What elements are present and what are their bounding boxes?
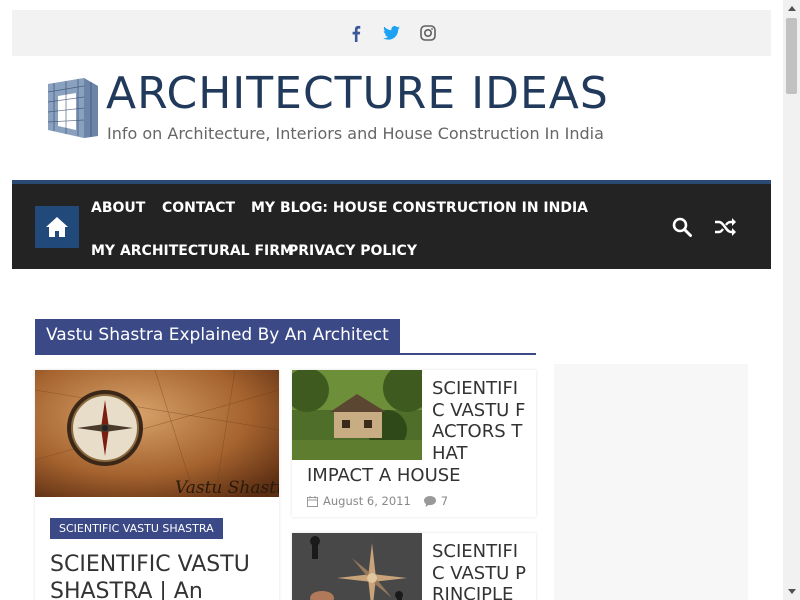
site-title[interactable]: ARCHITECTURE IDEAS [106, 66, 609, 122]
shuffle-icon[interactable] [714, 216, 736, 238]
small-post-title-continued[interactable]: IMPACT A HOUSE [307, 465, 461, 486]
scrollbar[interactable] [783, 0, 800, 600]
small-post-title[interactable]: SCIENTIFIC VASTU PRINCIPLE [432, 541, 528, 600]
site-logo[interactable] [44, 76, 100, 140]
social-bar [12, 10, 771, 56]
small-post-image[interactable] [292, 370, 422, 460]
search-icon[interactable] [671, 216, 693, 238]
home-icon [46, 217, 68, 237]
nav-item-about[interactable]: ABOUT [91, 200, 145, 216]
scroll-down-arrow-icon[interactable] [783, 583, 800, 600]
nav-item-my-blog[interactable]: MY BLOG: HOUSE CONSTRUCTION IN INDIA [251, 200, 588, 216]
featured-post[interactable]: Vastu Shastra SCIENTIFIC VASTU SHASTRA S… [35, 370, 279, 600]
scrollbar-thumb[interactable] [786, 18, 797, 94]
featured-post-title[interactable]: SCIENTIFIC VASTU SHASTRA | An [50, 551, 270, 600]
nav-item-privacy-policy[interactable]: PRIVACY POLICY [288, 243, 417, 259]
nav-item-architectural-firm[interactable]: MY ARCHITECTURAL FIRM [91, 243, 294, 259]
small-post-image[interactable] [292, 533, 422, 600]
post-date[interactable]: August 6, 2011 [323, 494, 411, 508]
featured-image-caption: Vastu Shastra [175, 478, 279, 497]
calendar-icon [307, 495, 318, 507]
small-post[interactable]: SCIENTIFIC VASTU FACTORS THAT IMPACT A H… [292, 370, 536, 517]
instagram-icon[interactable] [419, 24, 437, 42]
post-meta: August 6, 2011 7 [307, 494, 448, 508]
twitter-icon[interactable] [383, 24, 401, 42]
featured-post-image[interactable]: Vastu Shastra [35, 370, 279, 497]
section-heading: Vastu Shastra Explained By An Architect [35, 319, 536, 355]
sidebar-ad-placeholder [554, 364, 748, 600]
home-button[interactable] [35, 206, 79, 248]
section-heading-label[interactable]: Vastu Shastra Explained By An Architect [35, 319, 400, 353]
comment-icon [423, 495, 436, 507]
main-navigation: ABOUT CONTACT MY BLOG: HOUSE CONSTRUCTIO… [12, 180, 771, 269]
facebook-icon[interactable] [347, 24, 365, 42]
scroll-up-arrow-icon[interactable] [783, 0, 800, 17]
small-post[interactable]: SCIENTIFIC VASTU PRINCIPLE [292, 533, 536, 600]
category-badge[interactable]: SCIENTIFIC VASTU SHASTRA [50, 518, 223, 539]
site-tagline: Info on Architecture, Interiors and Hous… [107, 124, 604, 143]
nav-item-contact[interactable]: CONTACT [162, 200, 235, 216]
comment-count[interactable]: 7 [441, 494, 448, 508]
small-post-title[interactable]: SCIENTIFIC VASTU FACTORS THAT [432, 378, 528, 464]
page: ARCHITECTURE IDEAS Info on Architecture,… [0, 0, 783, 600]
